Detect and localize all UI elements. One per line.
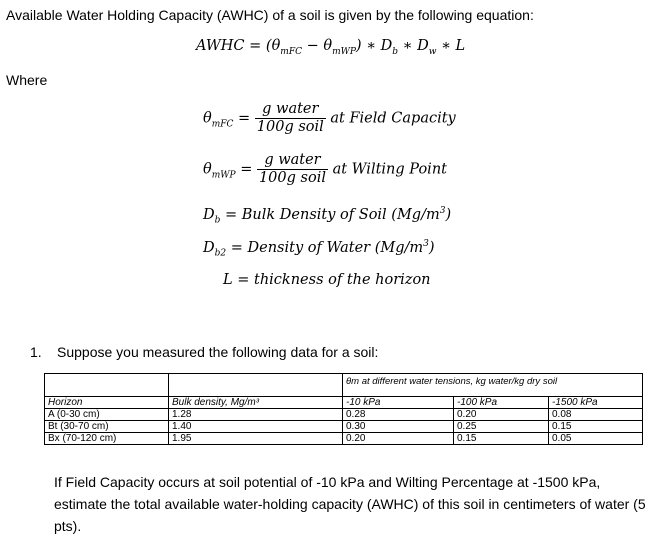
header-100kpa: -100 kPa (453, 396, 549, 409)
eq-sub: mWP (211, 170, 236, 181)
bulk-density-definition: Db = Bulk Density of Soil (Mg/m3) (203, 206, 451, 226)
equation-lhs: AWHC (196, 38, 245, 54)
equals-sign: = (240, 161, 257, 178)
eq-part: (θ (265, 38, 281, 54)
table-cell: 0.25 (453, 420, 549, 433)
db2-symbol: D (203, 239, 215, 256)
soil-data-table: θm at different water tensions, kg water… (44, 373, 643, 445)
header-1500kpa: -1500 kPa (548, 396, 643, 409)
eq-sub: b2 (214, 248, 227, 259)
eq-sub: mWP (332, 46, 356, 57)
table-cell: 1.95 (168, 432, 343, 445)
definition-text: = Density of Water (Mg/m (226, 239, 424, 256)
table-cell: 0.20 (342, 432, 454, 445)
table-cell: Bx (70-120 cm) (44, 432, 169, 445)
theta-wp-definition: θmWP = g water 100g soil at Wilting Poin… (203, 152, 447, 187)
table-cell: 0.05 (548, 432, 643, 445)
fraction-numerator: g water (256, 152, 328, 170)
eq-part: ∗ L (436, 38, 466, 54)
question-text: Suppose you measured the following data … (57, 344, 379, 360)
fraction: g water 100g soil (256, 152, 328, 187)
header-10kpa: -10 kPa (342, 396, 454, 409)
table-cell: 0.20 (453, 408, 549, 421)
table-cell: 0.30 (342, 420, 454, 433)
eq-part: ) ∗ D (355, 38, 393, 54)
table-cell: A (0-30 cm) (44, 408, 169, 421)
theta-symbol: θ (203, 110, 212, 127)
fraction-numerator: g water (254, 101, 326, 119)
table-cell: Bt (30-70 cm) (44, 420, 169, 433)
fraction-denominator: 100g soil (258, 170, 326, 186)
eq-part: − θ (301, 38, 333, 54)
final-question: If Field Capacity occurs at soil potenti… (54, 474, 646, 534)
equals-sign: = (238, 110, 255, 127)
definition-text: = Bulk Density of Soil (Mg/m (220, 206, 440, 223)
table-row: A (0-30 cm) 1.28 0.28 0.20 0.08 (44, 408, 643, 421)
tension-group-header: θm at different water tensions, kg water… (342, 373, 643, 397)
definition-suffix: at Wilting Point (332, 161, 447, 178)
definition-suffix: at Field Capacity (330, 110, 456, 127)
header-bulk-density: Bulk density, Mg/m³ (168, 396, 343, 409)
header-horizon: Horizon (44, 396, 169, 409)
water-density-definition: Db2 = Density of Water (Mg/m3) (203, 239, 435, 259)
main-equation: AWHC = (θmFC − θmWP) ∗ Db ∗ Dw ∗ L (196, 38, 465, 57)
intro-text: Available Water Holding Capacity (AWHC) … (6, 7, 534, 23)
table-cell (44, 373, 169, 397)
table-cell: 0.28 (342, 408, 454, 421)
theta-symbol: θ (203, 161, 212, 178)
question-number: 1. (30, 344, 42, 360)
definition-text: ) (445, 206, 452, 223)
fraction-denominator: 100g soil (256, 119, 324, 135)
equals-sign: = (249, 38, 266, 54)
table-cell: 0.15 (453, 432, 549, 445)
definition-text: ) (428, 239, 435, 256)
eq-part: ∗ D (398, 38, 429, 54)
db-symbol: D (203, 206, 215, 223)
table-cell: 1.28 (168, 408, 343, 421)
table-cell (168, 373, 343, 397)
table-row: Bx (70-120 cm) 1.95 0.20 0.15 0.05 (44, 432, 643, 445)
fraction: g water 100g soil (254, 101, 326, 136)
eq-sub: mFC (211, 119, 234, 130)
table-row: Bt (30-70 cm) 1.40 0.30 0.25 0.15 (44, 420, 643, 433)
table-header-row: Horizon Bulk density, Mg/m³ -10 kPa -100… (44, 396, 643, 409)
table-cell: 1.40 (168, 420, 343, 433)
table-cell: 0.15 (548, 420, 643, 433)
table-cell: 0.08 (548, 408, 643, 421)
table-group-header-row: θm at different water tensions, kg water… (44, 373, 643, 397)
theta-fc-definition: θmFC = g water 100g soil at Field Capaci… (203, 101, 456, 136)
thickness-definition: L = thickness of the horizon (223, 272, 431, 288)
where-label: Where (6, 72, 48, 88)
eq-sub: mFC (280, 46, 302, 57)
